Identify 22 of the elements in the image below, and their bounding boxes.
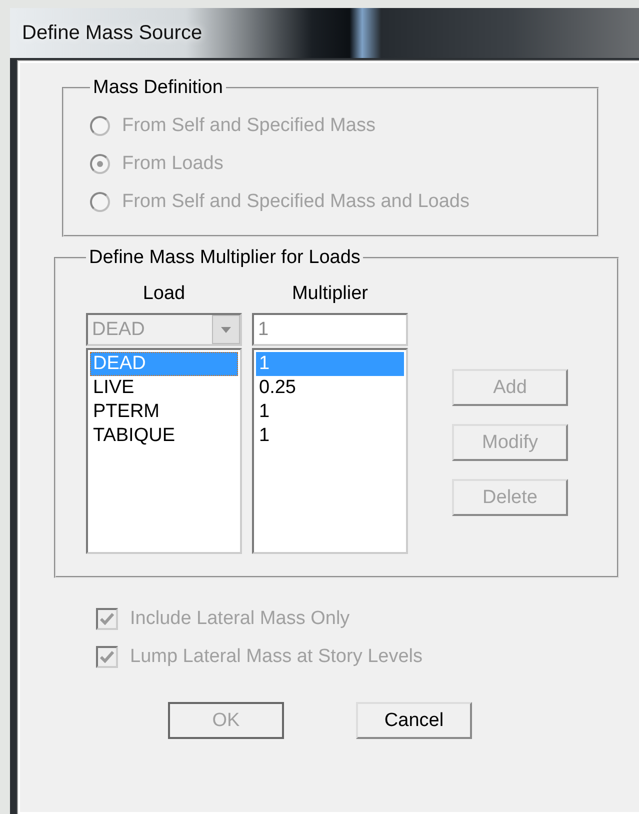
dialog-button[interactable]: Cancel bbox=[356, 702, 472, 739]
checkbox-label: Lump Lateral Mass at Story Levels bbox=[130, 646, 423, 668]
radio-label: From Self and Specified Mass bbox=[122, 115, 376, 137]
checkbox-label: Include Lateral Mass Only bbox=[130, 608, 350, 630]
multiplier-field[interactable]: 1 bbox=[252, 313, 408, 346]
list-item[interactable]: LIVE bbox=[90, 376, 238, 400]
list-item[interactable]: 1 bbox=[256, 424, 404, 448]
checkmark-icon bbox=[100, 613, 114, 625]
radio-label: From Self and Specified Mass and Loads bbox=[122, 191, 470, 213]
column-header: Multiplier bbox=[292, 283, 368, 305]
load-list[interactable]: DEAD LIVE PTERM TABIQUE bbox=[86, 348, 242, 554]
radio-label: From Loads bbox=[122, 153, 224, 175]
group-title: Define Mass Multiplier for Loads bbox=[88, 247, 362, 269]
checkmark-icon bbox=[100, 651, 114, 663]
list-item[interactable]: PTERM bbox=[90, 400, 238, 424]
window-title: Define Mass Source bbox=[22, 22, 202, 44]
multiplier-list[interactable]: 1 0.25 1 1 bbox=[252, 348, 408, 554]
list-item[interactable]: 0.25 bbox=[256, 376, 404, 400]
column-header: Load bbox=[142, 283, 186, 305]
group-title: Mass Definition bbox=[92, 77, 224, 99]
list-item[interactable]: TABIQUE bbox=[90, 424, 238, 448]
list-item[interactable]: 1 bbox=[256, 400, 404, 424]
